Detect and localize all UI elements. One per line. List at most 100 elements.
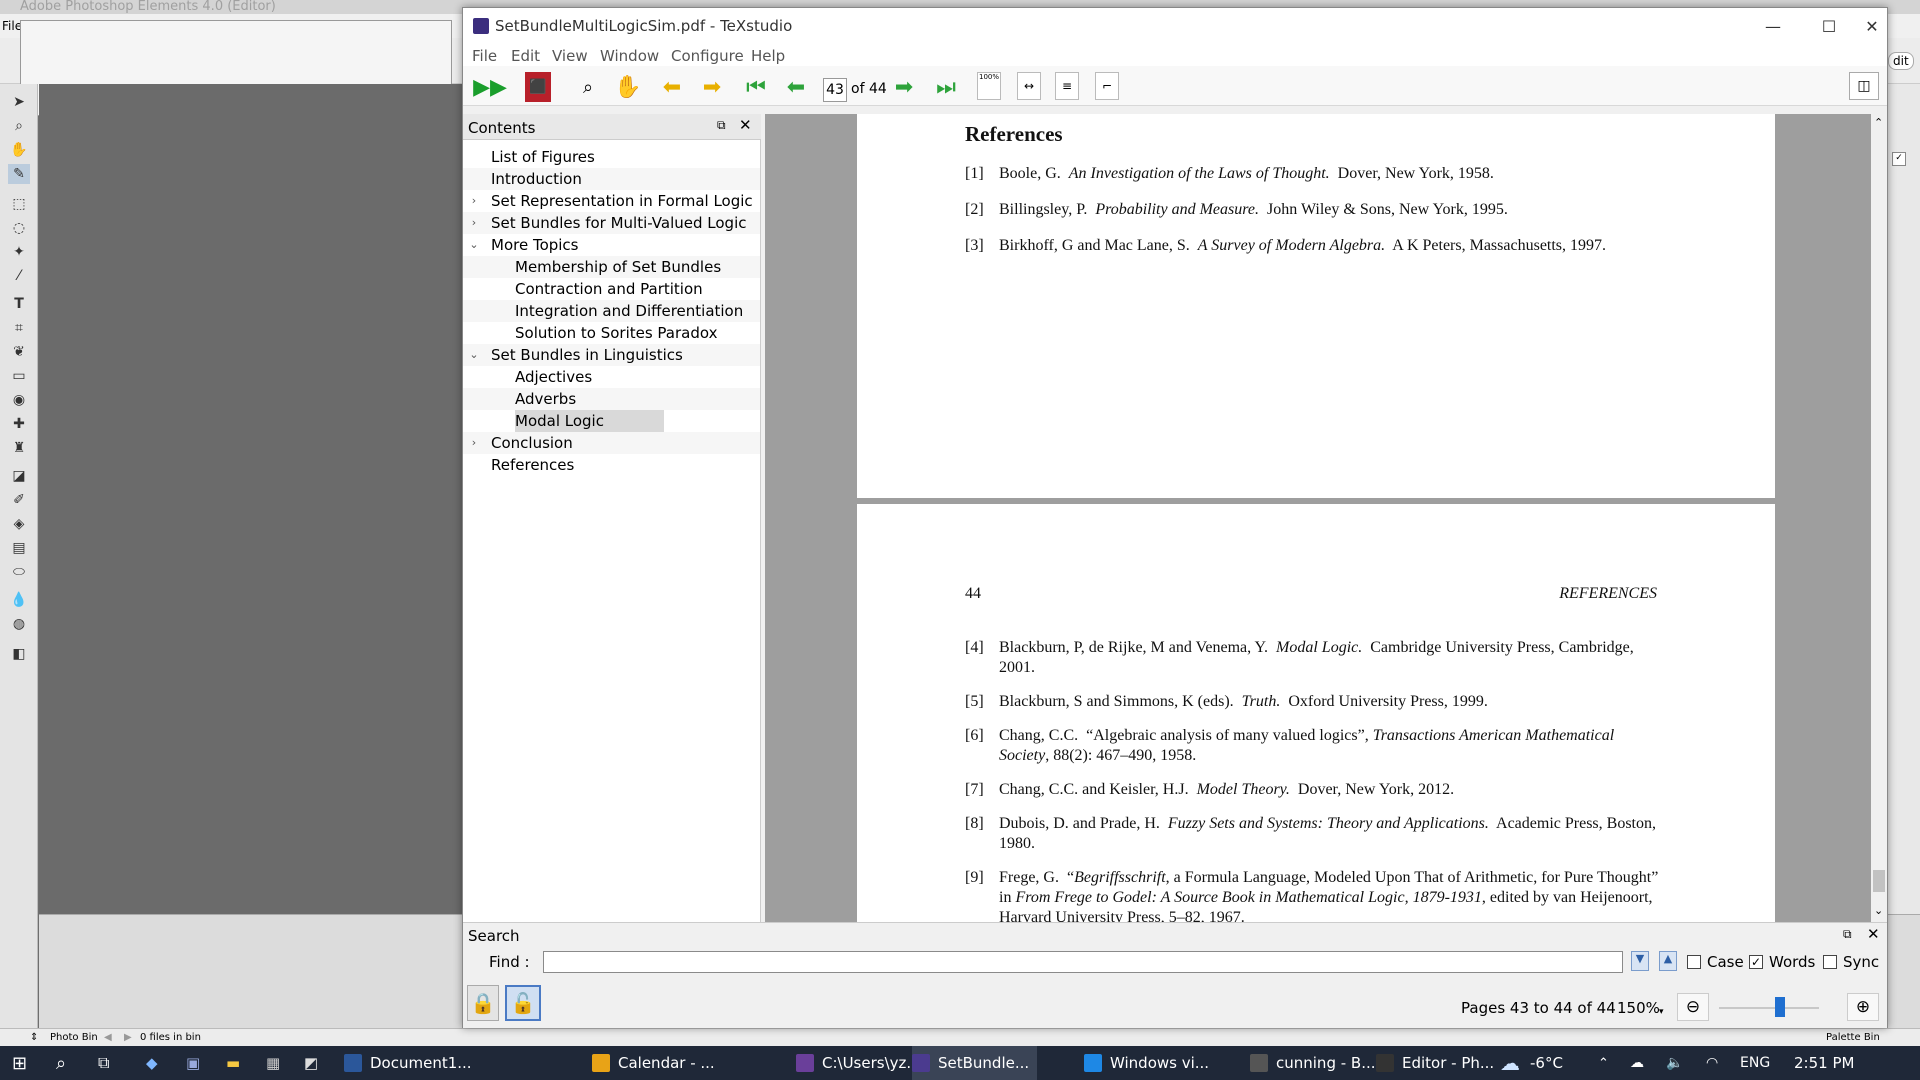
find-input[interactable] [543,951,1623,973]
case-checkbox[interactable]: Case [1687,953,1744,971]
photo-bin-label[interactable]: Photo Bin [50,1029,98,1046]
menu-view[interactable]: View [552,47,588,65]
onedrive-icon[interactable]: ☁ [1630,1046,1644,1080]
toc-item[interactable]: ⌄ Set Bundles in Linguistics [463,344,760,366]
pdf-viewer[interactable]: References [1] Boole, G. An Investigation… [765,114,1871,922]
hand-tool-icon[interactable]: ✋ [8,140,30,160]
blur-tool-icon[interactable]: 💧 [8,590,30,610]
temperature[interactable]: -6°C [1530,1046,1563,1080]
actual-size-icon[interactable]: 100% [977,72,1001,100]
toc-item[interactable]: Modal Logic [463,410,760,432]
toc-item[interactable]: › Set Representation in Formal Logic [463,190,760,212]
toc-item[interactable]: Solution to Sorites Paradox [463,322,760,344]
taskbar-app-button[interactable]: Document1... [344,1046,480,1080]
pinned-app-icon-3[interactable]: ◩ [304,1046,318,1080]
clone-stamp-tool-icon[interactable]: ♜ [8,438,30,458]
find-previous-icon[interactable]: ▲ [1659,951,1677,971]
last-page-icon[interactable]: ⏭ [931,72,961,102]
toc-item[interactable]: References [463,454,760,476]
first-page-icon[interactable]: ⏮ [741,72,771,102]
start-icon[interactable]: ⊞ [12,1046,27,1080]
zoom-dropdown-arrow-icon[interactable]: ▾ [1659,1007,1664,1017]
menu-file[interactable]: File [472,47,497,65]
zoom-slider-handle[interactable] [1775,997,1785,1017]
palette-bin-label[interactable]: Palette Bin [1826,1029,1880,1046]
toc-item[interactable]: Adverbs [463,388,760,410]
toc-item[interactable]: Introduction [463,168,760,190]
palette-collapse-icon[interactable]: ✓ [1892,152,1906,166]
forward-arrow-icon[interactable]: ➡ [697,72,727,102]
lasso-tool-icon[interactable]: ◌ [8,218,30,238]
layout-toggle-icon[interactable]: ◫ [1849,72,1879,100]
taskbar-app-button[interactable]: Windows vi... [1084,1046,1217,1080]
hand-pan-icon[interactable]: ✋ [613,72,643,102]
close-panel-icon[interactable]: ✕ [739,116,752,134]
scroll-thumb[interactable] [1873,870,1885,892]
minimize-icon[interactable]: — [1745,8,1801,44]
taskbar-app-button[interactable]: C:\Users\yz... [796,1046,929,1080]
case-checkbox-box[interactable] [1687,955,1701,969]
previous-page-icon[interactable]: ⬅ [781,72,811,102]
weather-icon[interactable]: ☁ [1500,1046,1520,1080]
pinned-app-icon-1[interactable]: ◆ [146,1046,158,1080]
brush-tool-icon[interactable]: ✐ [8,490,30,510]
taskbar-app-button[interactable]: cunning - B... [1250,1046,1384,1080]
pdf-file-icon[interactable]: ⬛ [525,72,551,102]
eraser-tool-icon[interactable]: ◪ [8,466,30,486]
language-indicator[interactable]: ENG [1740,1046,1770,1080]
cookie-cutter-tool-icon[interactable]: ❦ [8,342,30,362]
gradient-tool-icon[interactable]: ▤ [8,538,30,558]
zoom-slider-track[interactable] [1719,1007,1819,1009]
sponge-tool-icon[interactable]: ◍ [8,614,30,634]
toc-item[interactable]: Adjectives [463,366,760,388]
collapsed-chevron-icon[interactable]: › [467,432,481,454]
selection-brush-tool-icon[interactable]: ⁄ [8,266,30,286]
healing-brush-tool-icon[interactable]: ✚ [8,414,30,434]
shape-tool-icon[interactable]: ⬭ [8,562,30,582]
toc-item[interactable]: Integration and Differentiation [463,300,760,322]
move-tool-icon[interactable]: ➤ [8,92,30,112]
red-eye-tool-icon[interactable]: ◉ [8,390,30,410]
file-explorer-icon[interactable]: ▬ [226,1046,240,1080]
marquee-tool-icon[interactable]: ⬚ [8,194,30,214]
toc-item[interactable]: › Conclusion [463,432,760,454]
paint-bucket-tool-icon[interactable]: ◈ [8,514,30,534]
sync-lock-active-icon[interactable]: 🔓 [505,985,541,1021]
toc-item[interactable]: Membership of Set Bundles [463,256,760,278]
compile-run-icon[interactable]: ▶▶ [473,72,507,102]
collapsed-chevron-icon[interactable]: › [467,190,481,212]
lock-synctex-icon[interactable]: 🔒 [467,985,499,1021]
words-checkbox-box[interactable]: ✓ [1749,955,1763,969]
find-next-icon[interactable]: ▼ [1631,951,1649,971]
wifi-icon[interactable]: ◠ [1706,1046,1718,1080]
color-swatch-icon[interactable]: ◧ [8,644,30,664]
search-close-icon[interactable]: ✕ [1867,925,1880,943]
expanded-chevron-icon[interactable]: ⌄ [467,234,481,256]
zoom-tool-icon[interactable]: ⌕ [8,116,30,136]
current-page-field[interactable]: 43 [823,78,847,102]
toc-item[interactable]: › Set Bundles for Multi-Valued Logic [463,212,760,234]
magnifier-icon[interactable]: ⌕ [573,72,603,102]
expand-icon[interactable]: ⇕ [30,1029,38,1046]
next-photo-icon[interactable]: ▶ [124,1029,132,1046]
collapsed-chevron-icon[interactable]: › [467,212,481,234]
clock[interactable]: 2:51 PM [1794,1046,1854,1080]
scroll-down-icon[interactable]: ⌄ [1874,904,1883,917]
next-page-icon[interactable]: ➡ [889,72,919,102]
close-icon[interactable]: ✕ [1857,8,1887,44]
prev-photo-icon[interactable]: ◀ [104,1029,112,1046]
crop-tool-icon[interactable]: ⌗ [8,318,30,338]
fit-page-icon[interactable]: ⌐ [1095,72,1119,100]
magic-wand-tool-icon[interactable]: ✦ [8,242,30,262]
zoom-dropdown[interactable]: 150% [1617,999,1660,1017]
toc-item[interactable]: List of Figures [463,146,760,168]
taskbar-app-button[interactable]: Editor - Ph... [1376,1046,1502,1080]
search-float-icon[interactable]: ⧉ [1843,927,1852,942]
eyedropper-tool-icon[interactable]: ✎ [8,164,30,184]
toc-item[interactable]: Contraction and Partition [463,278,760,300]
taskbar-app-button[interactable]: SetBundle... [912,1046,1038,1080]
menu-window[interactable]: Window [600,47,659,65]
zoom-in-icon[interactable]: ⊕ [1847,993,1879,1021]
taskbar-app-button[interactable]: Calendar - ... [592,1046,723,1080]
sync-checkbox[interactable]: Sync [1823,953,1879,971]
